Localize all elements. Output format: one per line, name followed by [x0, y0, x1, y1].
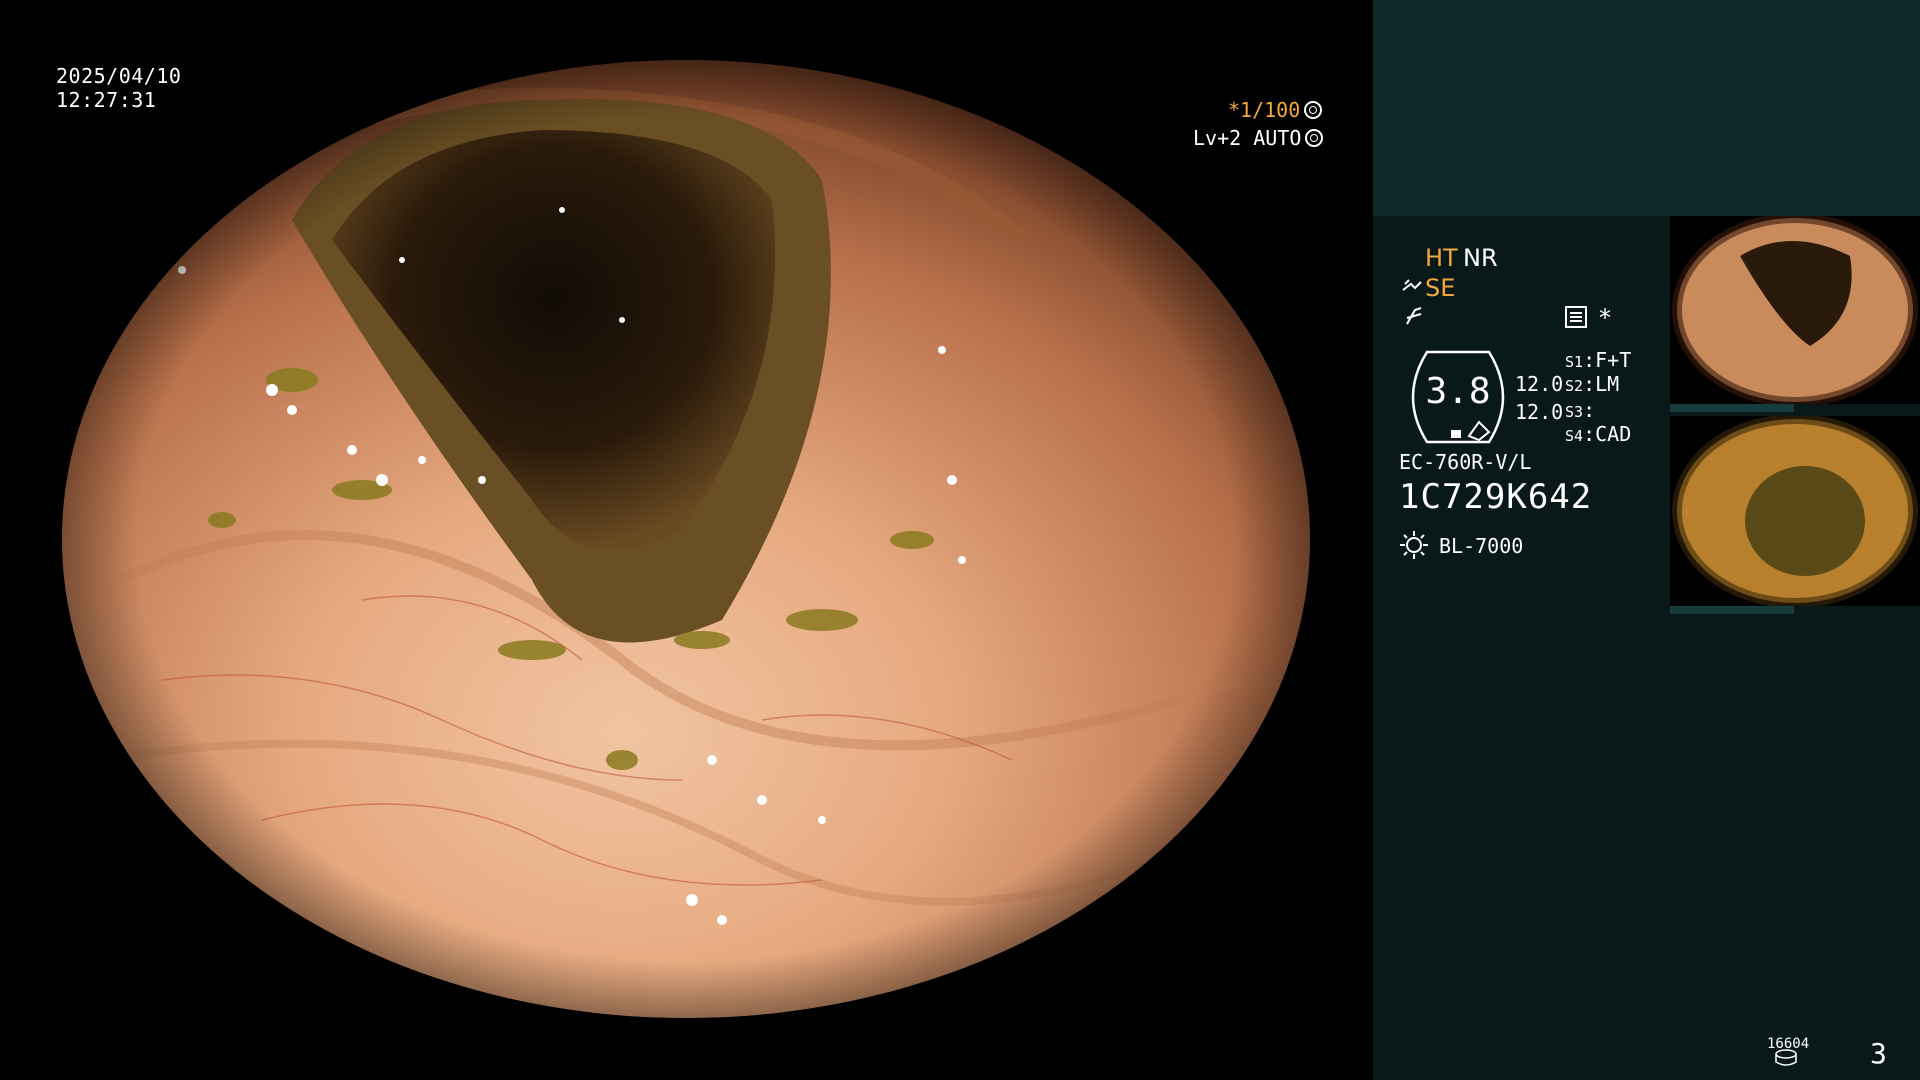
date-label: 2025/04/10	[56, 64, 182, 88]
switch-key: S2	[1565, 377, 1584, 395]
thumbnail-2[interactable]	[1670, 416, 1920, 606]
se-label: SE	[1425, 274, 1456, 302]
value-1: 12.0	[1515, 372, 1564, 396]
switch-key: S1	[1565, 353, 1584, 371]
ht-label: HT	[1425, 244, 1458, 272]
panel-header-area	[1373, 0, 1920, 216]
shutter-row: *1/100	[1228, 98, 1323, 122]
light-source-label: BL-7000	[1439, 534, 1524, 558]
zap-icon	[1406, 307, 1422, 325]
endoscope-view	[62, 60, 1310, 1018]
thumbnail-2-bar	[1670, 606, 1794, 614]
switch-s4: S4:CAD	[1565, 422, 1632, 446]
page-number: 3	[1870, 1037, 1887, 1070]
time-label: 12:27:31	[56, 88, 157, 112]
star-label: *	[1599, 304, 1611, 332]
switch-value: F+T	[1595, 348, 1632, 372]
switch-key: S3	[1565, 403, 1584, 421]
scope-value: 3.8	[1425, 371, 1491, 412]
switch-key: S4	[1565, 427, 1584, 445]
thumbnail-1[interactable]	[1670, 216, 1920, 404]
wheel-icon	[1304, 101, 1323, 119]
thumbnail-image-1	[1670, 216, 1920, 404]
switch-value: LM	[1595, 372, 1620, 396]
level-row: Lv+2 AUTO	[1193, 126, 1324, 150]
scope-model: EC-760R-V/L	[1399, 450, 1532, 474]
scope-serial: 1C729K642	[1399, 477, 1593, 517]
thumbnail-image-2	[1670, 416, 1920, 606]
sun-icon	[1400, 531, 1428, 559]
se-tool-icon	[1402, 279, 1422, 291]
menu-icon	[1565, 306, 1587, 328]
thumbnail-1-bar	[1670, 404, 1794, 412]
disk-icon	[1775, 1049, 1797, 1066]
value-2: 12.0	[1515, 400, 1564, 424]
endoscope-image	[62, 60, 1310, 1018]
switch-s1: S1:F+T	[1565, 348, 1632, 372]
aperture-icon	[1305, 129, 1324, 147]
switch-value: CAD	[1595, 422, 1632, 446]
switch-s3: S3:	[1565, 398, 1596, 422]
switch-s2: S2:LM	[1565, 372, 1620, 396]
nr-label: NR	[1463, 244, 1498, 272]
level-label: Lv+2 AUTO	[1193, 126, 1302, 150]
shutter-label: *1/100	[1228, 98, 1301, 122]
